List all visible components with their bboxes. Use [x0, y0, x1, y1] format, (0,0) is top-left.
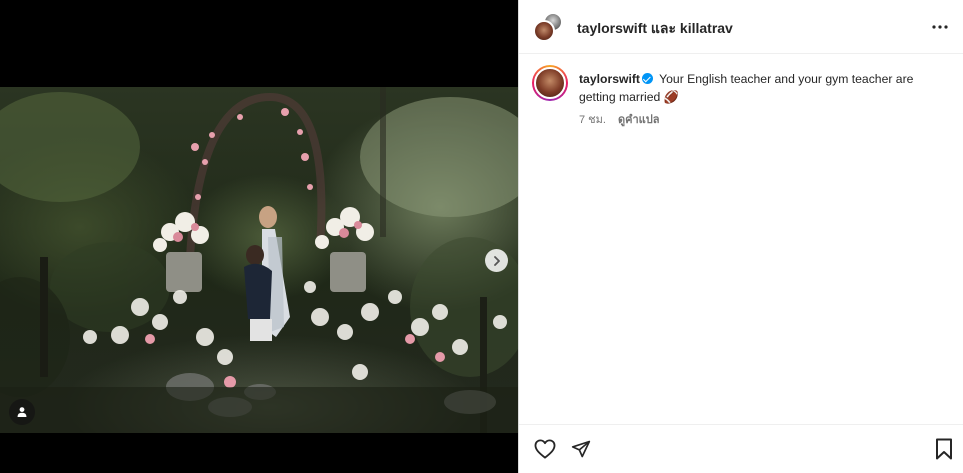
- like-button[interactable]: [532, 436, 558, 462]
- share-button[interactable]: [568, 436, 594, 462]
- bookmark-icon: [936, 438, 952, 460]
- heart-icon: [534, 439, 556, 459]
- see-translation-link[interactable]: ดูคำแปล: [618, 110, 660, 128]
- user-tag-icon: [17, 407, 27, 417]
- collab-avatars[interactable]: [533, 12, 565, 44]
- post-header: taylorswift และ killatrav: [519, 0, 963, 54]
- caption-username[interactable]: taylorswift: [579, 72, 640, 86]
- tagged-users-button[interactable]: [9, 399, 35, 425]
- verified-badge-icon: [641, 73, 653, 84]
- post-media: [0, 0, 518, 473]
- post-sidebar: taylorswift และ killatrav taylorswift Yo…: [518, 0, 963, 473]
- more-options-icon: [932, 25, 948, 29]
- save-button[interactable]: [931, 436, 957, 462]
- more-options-button[interactable]: [930, 17, 950, 37]
- avatar-taylorswift[interactable]: [533, 20, 555, 42]
- next-photo-button[interactable]: [485, 249, 508, 272]
- chevron-right-icon: [493, 255, 500, 266]
- post-photo[interactable]: [0, 87, 518, 433]
- caption-meta: 7 ชม. ดูคำแปล: [579, 110, 659, 128]
- paper-plane-icon: [571, 440, 591, 458]
- post-actions: [519, 424, 963, 473]
- caption-avatar-story-ring[interactable]: [532, 65, 568, 101]
- post-timestamp[interactable]: 7 ชม.: [579, 110, 606, 128]
- avatar[interactable]: [534, 67, 566, 99]
- instagram-post: taylorswift และ killatrav taylorswift Yo…: [0, 0, 963, 473]
- photo-illustration: [0, 87, 518, 433]
- caption-text-block: taylorswift Your English teacher and you…: [579, 70, 949, 106]
- post-authors[interactable]: taylorswift และ killatrav: [577, 18, 733, 40]
